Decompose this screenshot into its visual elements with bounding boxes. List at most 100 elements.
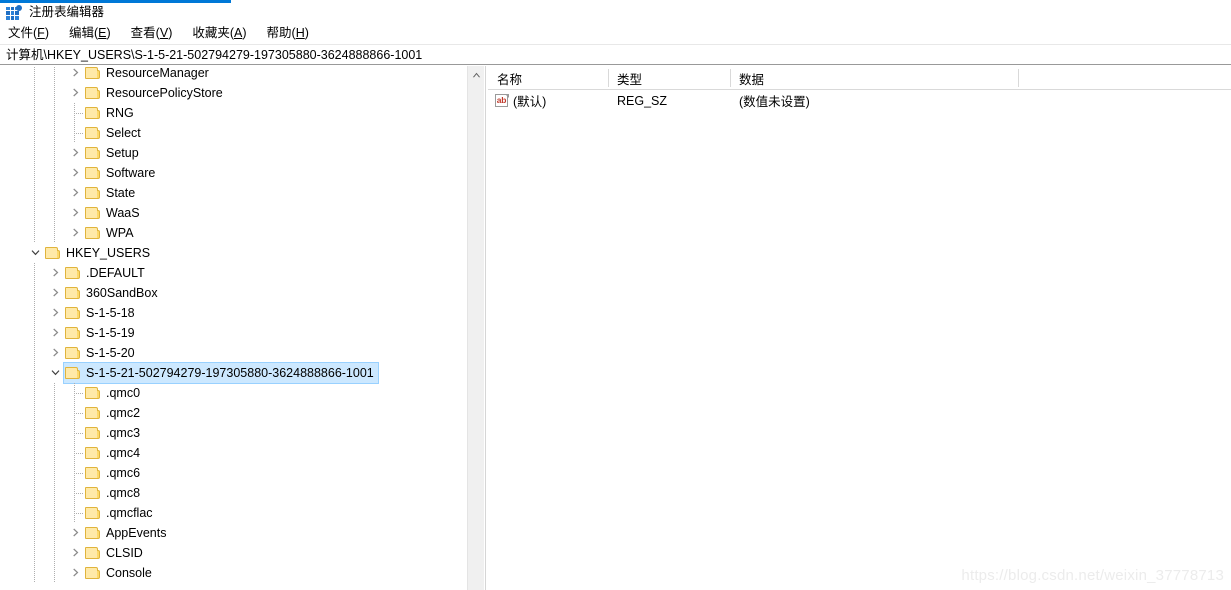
chevron-down-icon[interactable] xyxy=(27,243,43,263)
tree-node-hit-area[interactable]: State xyxy=(84,183,140,203)
tree-node-hit-area[interactable]: S-1-5-21-502794279-197305880-3624888866-… xyxy=(63,362,379,384)
tree-node[interactable]: S-1-5-20 xyxy=(0,343,466,363)
tree-node[interactable]: .qmc0 xyxy=(0,383,466,403)
tree-node[interactable]: .qmcflac xyxy=(0,503,466,523)
tree-node-hit-area[interactable]: .qmc3 xyxy=(84,423,145,443)
tree-node[interactable]: S-1-5-21-502794279-197305880-3624888866-… xyxy=(0,362,466,384)
chevron-right-icon[interactable] xyxy=(67,543,83,563)
chevron-right-icon[interactable] xyxy=(67,83,83,103)
tree-guide-line xyxy=(34,563,35,583)
tree-node-hit-area[interactable]: 360SandBox xyxy=(64,283,163,303)
value-row[interactable]: ab (默认) REG_SZ (数值未设置) xyxy=(488,90,1231,111)
tree-node[interactable]: State xyxy=(0,183,466,203)
tree-scroll-area: ResourceManager ResourcePolicyStore RNG Sel… xyxy=(0,66,466,590)
tree-node-hit-area[interactable]: Software xyxy=(84,163,160,183)
chevron-right-icon[interactable] xyxy=(47,343,63,363)
tree-node-hit-area[interactable]: RNG xyxy=(84,103,139,123)
tree-node-hit-area[interactable]: CLSID xyxy=(84,543,148,563)
tree-node[interactable]: Setup xyxy=(0,143,466,163)
tree-node[interactable]: .qmc2 xyxy=(0,403,466,423)
tree-node[interactable]: .qmc6 xyxy=(0,463,466,483)
values-column-header: 名称 类型 数据 xyxy=(488,66,1231,90)
folder-icon xyxy=(84,146,100,160)
menu-file-accelerator: F xyxy=(37,25,45,40)
tree-node[interactable]: AppEvents xyxy=(0,523,466,543)
tree-node-hit-area[interactable]: .qmcflac xyxy=(84,503,158,523)
tree-node-leaf-marker xyxy=(67,403,83,423)
tree-node-hit-area[interactable]: WaaS xyxy=(84,203,145,223)
tree-node-hit-area[interactable]: .qmc2 xyxy=(84,403,145,423)
tree-node-leaf-marker xyxy=(67,443,83,463)
tree-node-hit-area[interactable]: WPA xyxy=(84,223,139,243)
tree-node[interactable]: WaaS xyxy=(0,203,466,223)
chevron-right-icon[interactable] xyxy=(67,163,83,183)
tree-node[interactable]: Console xyxy=(0,563,466,583)
scroll-up-arrow-icon[interactable] xyxy=(468,66,484,83)
tree-node[interactable]: .qmc4 xyxy=(0,443,466,463)
chevron-right-icon[interactable] xyxy=(67,203,83,223)
tree-node-hit-area[interactable]: .qmc6 xyxy=(84,463,145,483)
tree-node-hit-area[interactable]: Console xyxy=(84,563,157,583)
chevron-right-icon[interactable] xyxy=(47,283,63,303)
tree-node-hit-area[interactable]: S-1-5-18 xyxy=(64,303,140,323)
tree-node-hit-area[interactable]: .qmc8 xyxy=(84,483,145,503)
tree-node[interactable]: WPA xyxy=(0,223,466,243)
tree-guide-line xyxy=(54,503,55,523)
tree-node-label: WPA xyxy=(106,226,134,240)
tree-vertical-scrollbar[interactable] xyxy=(467,66,484,590)
chevron-right-icon[interactable] xyxy=(67,183,83,203)
tree-node-hit-area[interactable]: .qmc4 xyxy=(84,443,145,463)
tree-node[interactable]: .qmc8 xyxy=(0,483,466,503)
folder-icon xyxy=(84,386,100,400)
address-bar[interactable]: 计算机\HKEY_USERS\S-1-5-21-502794279-197305… xyxy=(0,44,1231,65)
menu-favorites[interactable]: 收藏夹(A) xyxy=(190,24,255,43)
tree-node[interactable]: HKEY_USERS xyxy=(0,243,466,263)
chevron-right-icon[interactable] xyxy=(67,143,83,163)
folder-icon xyxy=(64,346,80,360)
tree-node[interactable]: ResourceManager xyxy=(0,66,466,83)
menu-file[interactable]: 文件(F) xyxy=(6,24,58,43)
tree-guide-line xyxy=(54,383,55,403)
tree-guide-line xyxy=(54,143,55,163)
tree-node[interactable]: Select xyxy=(0,123,466,143)
chevron-right-icon[interactable] xyxy=(47,303,63,323)
menu-help[interactable]: 帮助(H) xyxy=(265,24,318,43)
tree-node[interactable]: Software xyxy=(0,163,466,183)
tree-node-hit-area[interactable]: S-1-5-20 xyxy=(64,343,140,363)
chevron-right-icon[interactable] xyxy=(47,323,63,343)
tree-guide-line xyxy=(34,183,35,203)
menu-view[interactable]: 查看(V) xyxy=(129,24,182,43)
chevron-right-icon[interactable] xyxy=(47,263,63,283)
menu-edit[interactable]: 编辑(E) xyxy=(67,24,120,43)
chevron-right-icon[interactable] xyxy=(67,66,83,83)
chevron-right-icon[interactable] xyxy=(67,223,83,243)
tree-node-hit-area[interactable]: .DEFAULT xyxy=(64,263,150,283)
tree-node[interactable]: ResourcePolicyStore xyxy=(0,83,466,103)
tree-node-hit-area[interactable]: ResourcePolicyStore xyxy=(84,83,228,103)
tree-node-hit-area[interactable]: AppEvents xyxy=(84,523,171,543)
folder-icon xyxy=(84,506,100,520)
tree-node-hit-area[interactable]: .qmc0 xyxy=(84,383,145,403)
chevron-right-icon[interactable] xyxy=(67,523,83,543)
tree-node-hit-area[interactable]: S-1-5-19 xyxy=(64,323,140,343)
tree-node[interactable]: S-1-5-19 xyxy=(0,323,466,343)
tree-node[interactable]: .DEFAULT xyxy=(0,263,466,283)
tree-guide-line xyxy=(34,543,35,563)
tree-node-hit-area[interactable]: Setup xyxy=(84,143,144,163)
column-header-name[interactable]: 名称 xyxy=(488,66,608,90)
tree-node-label: .qmc3 xyxy=(106,426,141,440)
tree-node[interactable]: .qmc3 xyxy=(0,423,466,443)
chevron-down-icon[interactable] xyxy=(47,363,63,383)
tree-node-hit-area[interactable]: Select xyxy=(84,123,146,143)
tree-node-label: 360SandBox xyxy=(86,286,158,300)
column-header-type[interactable]: 类型 xyxy=(608,66,730,90)
tree-node-label: S-1-5-18 xyxy=(86,306,135,320)
column-header-data[interactable]: 数据 xyxy=(730,66,1018,90)
tree-node-hit-area[interactable]: HKEY_USERS xyxy=(44,243,155,263)
tree-node-hit-area[interactable]: ResourceManager xyxy=(84,66,214,83)
tree-node[interactable]: 360SandBox xyxy=(0,283,466,303)
chevron-right-icon[interactable] xyxy=(67,563,83,583)
tree-node[interactable]: CLSID xyxy=(0,543,466,563)
tree-node[interactable]: RNG xyxy=(0,103,466,123)
tree-node[interactable]: S-1-5-18 xyxy=(0,303,466,323)
